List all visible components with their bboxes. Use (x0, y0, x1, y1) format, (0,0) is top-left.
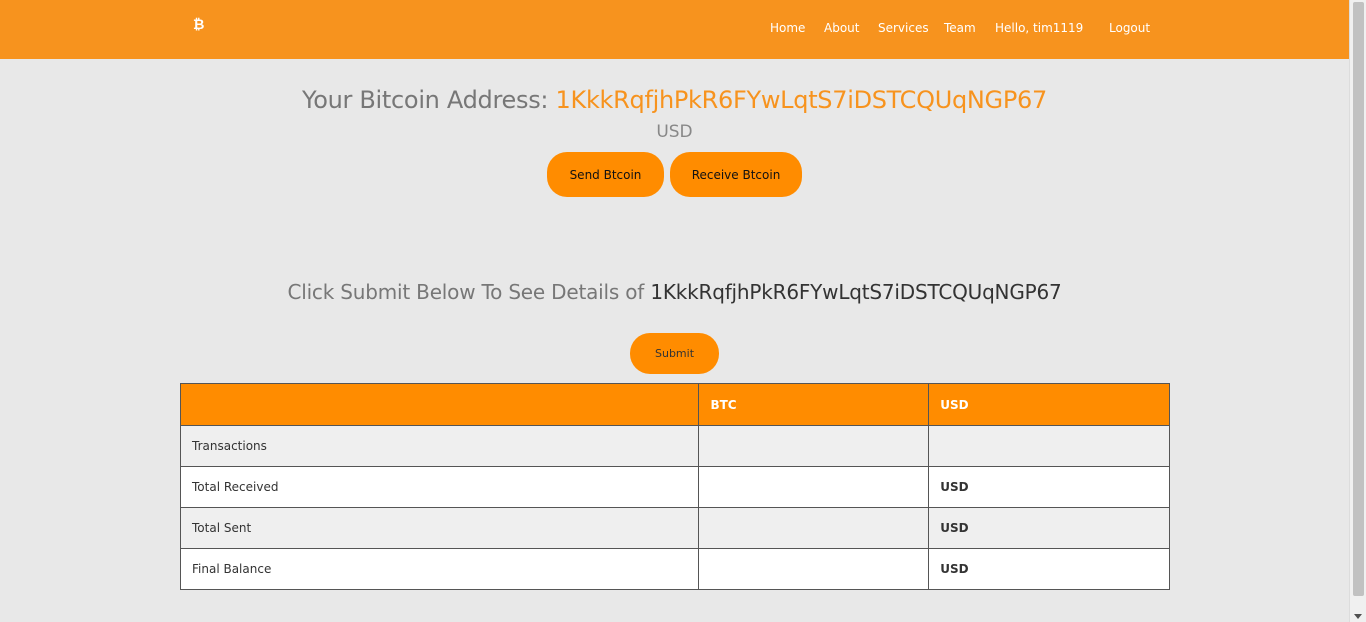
row-usd-value: USD (928, 507, 1170, 549)
vertical-scrollbar[interactable] (1349, 0, 1366, 622)
scrollbar-thumb[interactable] (1353, 2, 1364, 596)
top-navbar: ₿ Home About Services Team Hello, tim111… (0, 0, 1349, 59)
table-header-btc: BTC (698, 383, 930, 426)
table-row-transactions: Transactions (179, 425, 1170, 467)
row-btc-value (698, 466, 930, 508)
row-label: Final Balance (179, 548, 700, 590)
nav-logout-link[interactable]: Logout (1109, 21, 1150, 35)
row-btc-value (698, 507, 930, 549)
details-heading: Click Submit Below To See Details of 1Kk… (0, 280, 1349, 304)
row-label: Transactions (179, 425, 700, 467)
table-header-row: BTC USD (179, 383, 1170, 426)
row-usd-value: USD (928, 466, 1170, 508)
table-row-final-balance: Final Balance USD (179, 548, 1170, 590)
nav-team-link[interactable]: Team (944, 21, 976, 35)
nav-about-link[interactable]: About (824, 21, 859, 35)
bitcoin-address-heading: Your Bitcoin Address: 1KkkRqfjhPkR6FYwLq… (0, 86, 1349, 114)
currency-label: USD (656, 122, 693, 142)
table-header-label (179, 383, 700, 426)
row-label: Total Sent (179, 507, 700, 549)
details-address: 1KkkRqfjhPkR6FYwLqtS7iDSTCQUqNGP67 (650, 280, 1062, 304)
bitcoin-address-value: 1KkkRqfjhPkR6FYwLqtS7iDSTCQUqNGP67 (555, 86, 1048, 114)
address-label: Your Bitcoin Address: (302, 86, 556, 114)
table-row-total-received: Total Received USD (179, 466, 1170, 508)
receive-bitcoin-button[interactable]: Receive Btcoin (670, 152, 802, 197)
table-row-total-sent: Total Sent USD (179, 507, 1170, 549)
nav-home-link[interactable]: Home (770, 21, 805, 35)
nav-services-link[interactable]: Services (878, 21, 929, 35)
details-prefix: Click Submit Below To See Details of (287, 280, 651, 304)
row-btc-value (698, 425, 930, 467)
submit-button[interactable]: Submit (630, 333, 719, 374)
row-usd-value: USD (928, 548, 1170, 590)
row-label: Total Received (179, 466, 700, 508)
row-btc-value (698, 548, 930, 590)
scroll-down-arrow-icon[interactable] (1354, 614, 1362, 619)
bitcoin-logo-icon[interactable]: ₿ (193, 16, 204, 33)
table-header-usd: USD (928, 383, 1170, 426)
send-bitcoin-button[interactable]: Send Btcoin (547, 152, 664, 197)
address-details-table: BTC USD Transactions Total Received USD … (179, 383, 1170, 590)
nav-user-greeting[interactable]: Hello, tim1119 (995, 21, 1083, 35)
row-usd-value (928, 425, 1170, 467)
